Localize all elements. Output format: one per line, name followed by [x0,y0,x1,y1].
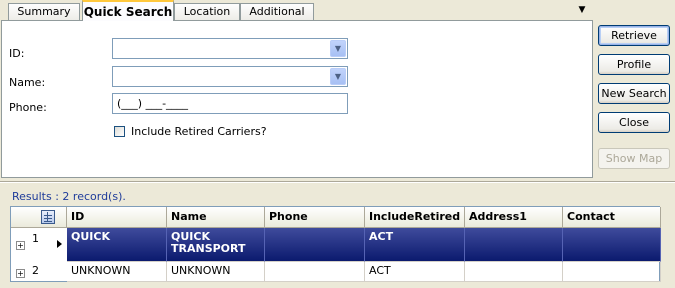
new-search-button[interactable]: New Search [598,83,670,104]
cell-phone[interactable] [265,262,365,282]
tab-quick-search[interactable]: Quick Search [82,0,174,21]
grid-corner[interactable] [11,207,67,228]
include-retired-label: Include Retired Carriers? [131,125,267,138]
current-row-arrow-icon [57,240,62,248]
name-label: Name: [9,76,46,89]
chevron-down-icon[interactable]: ▼ [575,4,589,16]
phone-input[interactable]: (___) ___-____ [112,93,348,114]
column-header-name[interactable]: Name [167,207,265,228]
cell-id[interactable]: UNKNOWN [67,262,167,282]
tab-summary[interactable]: Summary [8,3,80,21]
tab-strip: Summary Quick Search Location Additional… [0,0,594,21]
column-header-phone[interactable]: Phone [265,207,365,228]
column-chooser-icon[interactable] [41,210,55,224]
tab-additional[interactable]: Additional [240,3,314,21]
column-header-id[interactable]: ID [67,207,167,228]
id-combo[interactable]: ▼ [112,38,348,59]
show-map-button: Show Map [598,148,670,169]
cell-includeretired[interactable]: ACT [365,228,465,262]
close-button[interactable]: Close [598,112,670,133]
phone-label: Phone: [9,101,47,114]
cell-includeretired[interactable]: ACT [365,262,465,282]
cell-contact[interactable] [563,262,661,282]
column-header-contact[interactable]: Contact [563,207,661,228]
cell-name[interactable]: UNKNOWN [167,262,265,282]
name-combo[interactable]: ▼ [112,66,348,87]
include-retired-checkbox[interactable] [114,126,125,137]
tab-location[interactable]: Location [174,3,240,21]
row-number: 2 [32,264,39,277]
row-number: 1 [32,232,39,245]
id-label: ID: [9,47,25,60]
results-grid: ID Name Phone IncludeRetired Address1 Co… [10,206,661,282]
retrieve-button[interactable]: Retrieve [598,25,670,46]
plus-icon[interactable]: + [16,241,25,250]
cell-contact[interactable] [563,228,661,262]
quick-search-panel: ID: ▼ Name: ▼ Phone: (___) ___-____ Incl… [1,20,593,178]
column-header-address1[interactable]: Address1 [465,207,563,228]
cell-name[interactable]: QUICK TRANSPORT [167,228,265,262]
cell-id[interactable]: QUICK [67,228,167,262]
cell-address1[interactable] [465,262,563,282]
column-header-includeretired[interactable]: IncludeRetired [365,207,465,228]
cell-address1[interactable] [465,228,563,262]
splitter[interactable] [0,181,675,183]
cell-phone[interactable] [265,228,365,262]
chevron-down-icon[interactable]: ▼ [330,40,346,57]
results-count: Results : 2 record(s). [12,190,126,203]
chevron-down-icon[interactable]: ▼ [330,68,346,85]
plus-icon[interactable]: + [16,269,25,278]
profile-button[interactable]: Profile [598,54,670,75]
